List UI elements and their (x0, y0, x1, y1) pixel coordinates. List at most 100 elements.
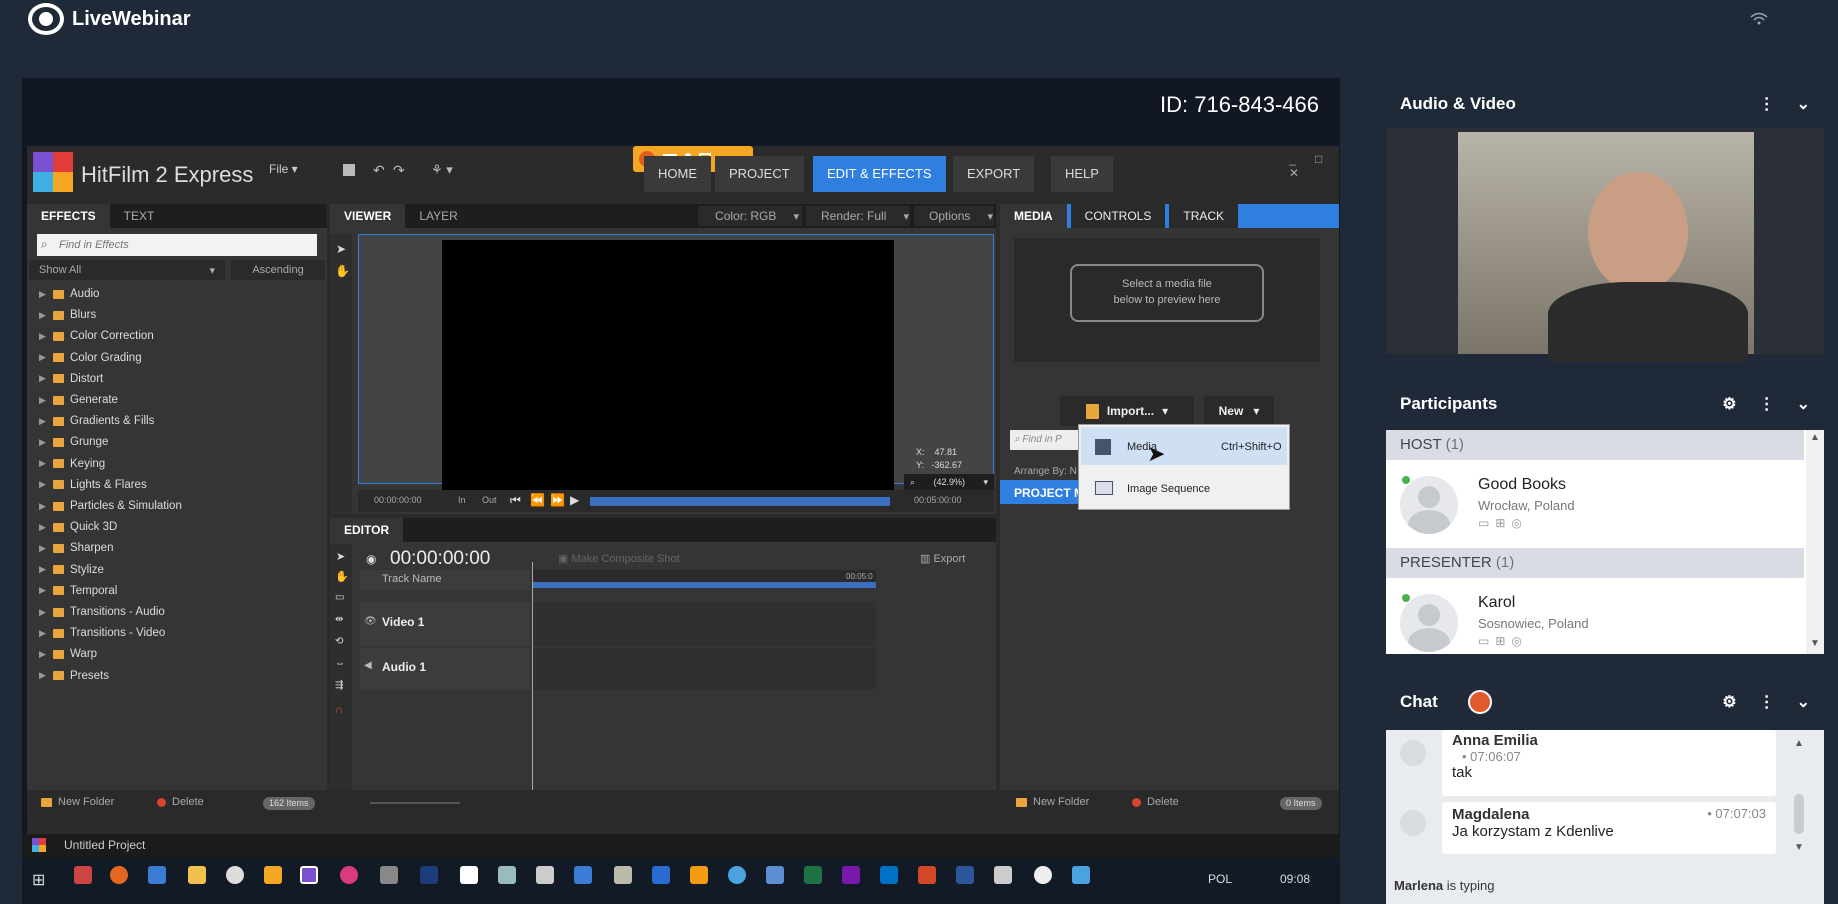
effects-category[interactable]: ▶ Generate (39, 394, 118, 406)
tab-effects[interactable]: EFFECTS (27, 204, 110, 228)
effects-category[interactable]: ▶ Temporal (39, 585, 117, 597)
share-icon[interactable]: ⚘ ▾ (431, 162, 453, 178)
dropdown-item-media[interactable]: Media Ctrl+Shift+O (1081, 427, 1287, 465)
effects-search[interactable]: ⌕ (37, 234, 317, 256)
photoshop-taskbar-icon[interactable] (420, 866, 438, 884)
taskbar-app-icon[interactable] (264, 866, 282, 884)
in-button[interactable]: In (458, 495, 466, 505)
dropdown-item-image-sequence[interactable]: Image Sequence (1081, 469, 1287, 507)
viewer-canvas[interactable] (442, 240, 894, 496)
expand-arrow-icon[interactable]: ▶ (39, 458, 47, 469)
snap-icon[interactable]: ∩ (335, 704, 343, 716)
effects-category[interactable]: ▶ Distort (39, 373, 103, 385)
participants-scrollbar[interactable]: ▲ ▼ (1806, 430, 1824, 654)
expand-arrow-icon[interactable]: ▶ (39, 352, 47, 363)
tab-export[interactable]: EXPORT (953, 156, 1035, 192)
slip-tool-icon[interactable]: ⇹ (335, 614, 343, 625)
zoom-slider[interactable] (370, 802, 460, 804)
tab-layer[interactable]: LAYER (405, 204, 471, 228)
project-media-tab[interactable]: PROJECT M (1000, 480, 1090, 504)
undo-icon[interactable]: ↶ (373, 162, 385, 179)
tab-project[interactable]: PROJECT (715, 156, 804, 192)
effects-category[interactable]: ▶ Warp (39, 648, 97, 660)
effects-category[interactable]: ▶ Grunge (39, 436, 108, 448)
group-host[interactable]: HOST (1) (1386, 430, 1804, 460)
clock[interactable]: 09:08 (1280, 872, 1310, 886)
ripple-tool-icon[interactable]: ⇔ (335, 658, 345, 669)
expand-arrow-icon[interactable]: ▶ (39, 289, 47, 300)
tab-track[interactable]: TRACK (1169, 204, 1239, 228)
vlc-taskbar-icon[interactable] (690, 866, 708, 884)
timeline-range[interactable] (532, 582, 876, 588)
taskbar-app-icon[interactable] (148, 866, 166, 884)
excel-taskbar-icon[interactable] (804, 866, 822, 884)
tab-home[interactable]: HOME (644, 156, 711, 192)
editor-timecode[interactable]: 00:00:00:00 (390, 548, 490, 570)
playhead[interactable] (532, 562, 533, 790)
drag-handle-icon[interactable]: ⋮ (1759, 394, 1775, 414)
expand-arrow-icon[interactable]: ▶ (39, 501, 47, 512)
import-button[interactable]: Import... ▾ (1060, 396, 1194, 426)
tab-viewer[interactable]: VIEWER (330, 204, 406, 228)
collapse-chevron-icon[interactable]: ⌄ (1797, 394, 1810, 414)
gear-icon[interactable]: ⚙ (1722, 692, 1736, 712)
tab-media[interactable]: MEDIA (1000, 204, 1067, 228)
color-select[interactable]: Color: RGB ▾ (698, 206, 802, 226)
effects-category[interactable]: ▶ Transitions - Audio (39, 606, 165, 618)
expand-arrow-icon[interactable]: ▶ (39, 395, 47, 406)
effects-category[interactable]: ▶ Gradients & Fills (39, 415, 154, 427)
effects-search-input[interactable] (59, 236, 309, 254)
options-select[interactable]: Options ▾ (914, 206, 994, 226)
taskbar-app-icon[interactable] (766, 866, 784, 884)
step-forward-icon[interactable]: ⏩ (550, 493, 565, 507)
expand-arrow-icon[interactable]: ▶ (39, 607, 47, 618)
taskbar-app-icon[interactable] (340, 866, 358, 884)
viewer-scrubber[interactable] (590, 497, 890, 506)
expand-arrow-icon[interactable]: ▶ (39, 373, 47, 384)
expand-arrow-icon[interactable]: ▶ (39, 628, 47, 639)
roll-tool-icon[interactable]: ⟲ (335, 636, 343, 647)
gear-icon[interactable]: ⚙ (1722, 394, 1736, 414)
taskbar-app-icon[interactable] (498, 866, 516, 884)
taskbar-app-icon[interactable] (380, 866, 398, 884)
select-tool-icon[interactable]: ➤ (336, 242, 346, 256)
expand-arrow-icon[interactable]: ▶ (39, 543, 47, 554)
hand-tool-icon[interactable]: ✋ (335, 570, 349, 583)
skip-back-icon[interactable]: ⏮ (510, 493, 521, 508)
expand-arrow-icon[interactable]: ▶ (39, 564, 47, 575)
drag-handle-icon[interactable]: ⋮ (1759, 692, 1775, 712)
render-select[interactable]: Render: Full ▾ (806, 206, 910, 226)
timeline-ruler[interactable]: 00:05:0 (532, 570, 876, 588)
select-tool-icon[interactable]: ➤ (336, 550, 345, 563)
firefox-taskbar-icon[interactable] (110, 866, 128, 884)
effects-category[interactable]: ▶ Quick 3D (39, 521, 117, 533)
livewebinar-logo[interactable]: LiveWebinar (28, 2, 191, 36)
effects-category[interactable]: ▶ Stylize (39, 564, 104, 576)
new-folder-button[interactable]: New Folder (1016, 796, 1089, 808)
taskbar-app-icon[interactable] (574, 866, 592, 884)
expand-arrow-icon[interactable]: ▶ (39, 437, 47, 448)
save-icon[interactable] (343, 164, 355, 176)
arrange-by[interactable]: Arrange By: N (1014, 466, 1077, 477)
step-back-icon[interactable]: ⏪ (530, 493, 545, 507)
taskbar-app-icon[interactable] (1072, 866, 1090, 884)
visibility-icon[interactable]: 👁 (364, 616, 377, 627)
group-presenter[interactable]: PRESENTER (1) (1386, 548, 1804, 578)
speaker-icon[interactable]: ◀ (364, 660, 372, 671)
out-button[interactable]: Out (482, 495, 497, 505)
track-video-1[interactable]: 👁 Video 1 (360, 602, 530, 646)
effects-category[interactable]: ▶ Particles & Simulation (39, 500, 182, 512)
slice-tool-icon[interactable]: ▭ (335, 592, 344, 603)
webcam-video[interactable] (1458, 132, 1754, 362)
taskbar-app-icon[interactable] (614, 866, 632, 884)
new-button[interactable]: New ▾ (1204, 396, 1274, 426)
rate-tool-icon[interactable]: ⇶ (335, 680, 343, 691)
expand-arrow-icon[interactable]: ▶ (39, 310, 47, 321)
taskbar-app-icon[interactable] (536, 866, 554, 884)
taskbar-app-icon[interactable] (1034, 866, 1052, 884)
explorer-taskbar-icon[interactable] (188, 866, 206, 884)
new-folder-button[interactable]: New Folder (41, 796, 114, 808)
expand-arrow-icon[interactable]: ▶ (39, 670, 47, 681)
effects-category[interactable]: ▶ Presets (39, 670, 109, 682)
tab-help[interactable]: HELP (1051, 156, 1113, 192)
